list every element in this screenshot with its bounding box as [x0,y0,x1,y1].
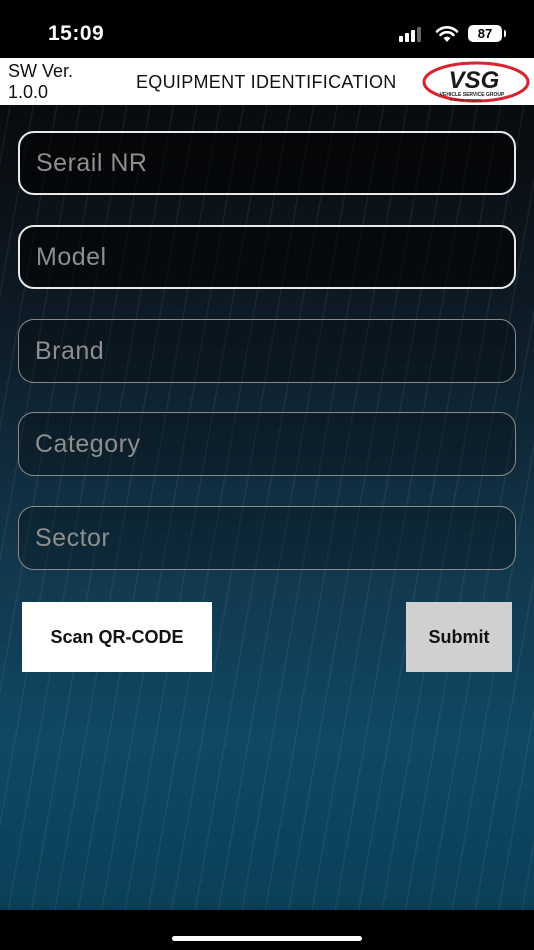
wifi-icon [435,26,459,42]
sector-input[interactable] [19,507,515,569]
model-input[interactable] [20,227,514,287]
software-version: SW Ver. 1.0.0 [8,61,73,103]
svg-text:a Dover company: a Dover company [450,97,481,102]
version-label: SW Ver. [8,61,74,81]
sector-field[interactable] [18,506,516,570]
home-indicator[interactable] [172,936,362,941]
category-field[interactable] [18,412,516,476]
signal-icon [399,26,425,42]
svg-text:VSG: VSG [449,67,500,94]
status-time: 15:09 [48,22,105,45]
page-title: EQUIPMENT IDENTIFICATION [136,72,397,92]
app-screen: 15:09 87 SW Ver. 1.0.0 EQUIPMENT IDENTIF… [0,0,534,950]
serial-number-input[interactable] [20,133,514,193]
version-number: 1.0.0 [8,82,49,102]
status-bar: 15:09 87 [0,0,534,58]
category-input[interactable] [19,413,515,475]
battery-icon: 87 [468,25,506,42]
scan-qr-code-button[interactable]: Scan QR-CODE [22,602,212,672]
model-field[interactable] [18,225,516,289]
brand-field[interactable] [18,319,516,383]
submit-button[interactable]: Submit [406,602,512,672]
app-header: SW Ver. 1.0.0 EQUIPMENT IDENTIFICATION V… [0,58,534,105]
bottom-bar [0,910,534,950]
vsg-logo: VSG VEHICLE SERVICE GROUP a Dover compan… [422,61,530,103]
brand-input[interactable] [19,320,515,382]
serial-number-field[interactable] [18,131,516,195]
